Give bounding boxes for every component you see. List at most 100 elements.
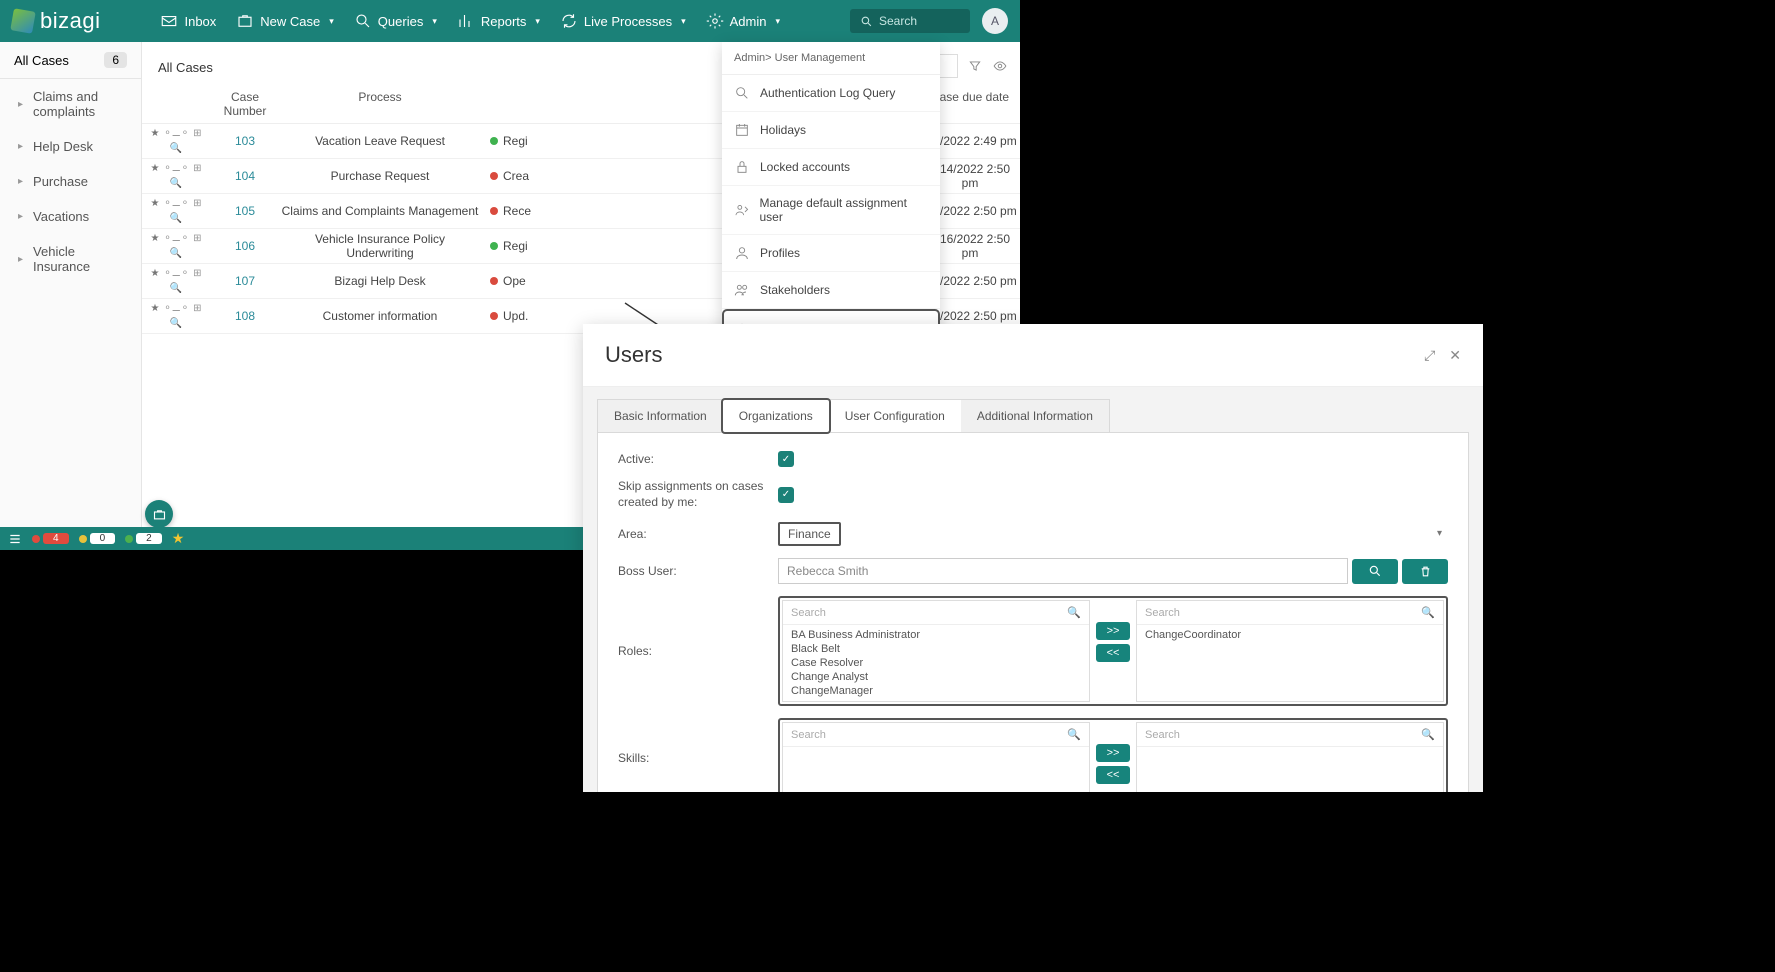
nav-reports[interactable]: Reports▾ [457,12,540,30]
sidebar-item-vehicle[interactable]: ▸Vehicle Insurance [0,234,141,284]
users-modal: Users ⤢ ✕ Basic Information Organization… [583,324,1483,792]
process-name: Bizagi Help Desk [280,274,480,288]
case-number: 104 [210,169,280,183]
chevron-right-icon: ▸ [18,99,23,110]
share-icon[interactable]: ⚬⚊⚬ [163,128,189,139]
chevron-right-icon: ▸ [18,211,23,222]
boss-user-input[interactable]: Rebecca Smith [778,558,1348,584]
menu-locked-accounts[interactable]: Locked accounts [722,149,940,186]
label-skills: Skills: [618,751,778,765]
label-area: Area: [618,527,778,541]
config-panel: Active: ✓ Skip assignments on cases crea… [597,432,1469,792]
share-icon[interactable]: ⚬⚊⚬ [163,198,189,209]
process-name: Vehicle Insurance Policy Underwriting [280,232,480,260]
case-number: 107 [210,274,280,288]
admin-dropdown-menu: Admin> User Management Authentication Lo… [722,42,940,349]
roles-selected-search[interactable]: Search [1145,607,1180,619]
share-icon[interactable]: ⚬⚊⚬ [163,268,189,279]
search-icon: 🔍 [1421,728,1435,741]
search-icon[interactable]: 🔍 [170,248,182,259]
workflow-icon[interactable]: ⊞ [193,198,201,209]
case-number: 105 [210,204,280,218]
nav-admin[interactable]: Admin▾ [706,12,780,30]
menu-auth-log[interactable]: Authentication Log Query [722,75,940,112]
workflow-icon[interactable]: ⊞ [193,233,201,244]
roles-selected-list[interactable]: ChangeCoordinator [1137,625,1443,645]
workflow-icon[interactable]: ⊞ [193,303,201,314]
star-icon[interactable]: ★ [150,233,159,244]
search-icon[interactable]: 🔍 [170,143,182,154]
roles-available-search[interactable]: Search [791,607,826,619]
search-icon[interactable]: 🔍 [170,178,182,189]
search-icon [354,12,372,30]
tab-organizations[interactable]: Organizations [721,398,831,434]
menu-holidays[interactable]: Holidays [722,112,940,149]
sidebar-item-purchase[interactable]: ▸Purchase [0,164,141,199]
new-case-icon [236,12,254,30]
skills-available-list[interactable] [783,747,1089,792]
label-active: Active: [618,452,778,466]
star-icon[interactable]: ★ [150,268,159,279]
skills-available-search[interactable]: Search [791,729,826,741]
area-select[interactable]: Finance [778,522,841,546]
search-icon[interactable]: 🔍 [170,283,182,294]
workflow-icon[interactable]: ⊞ [193,268,201,279]
nav-queries[interactable]: Queries▾ [354,12,437,30]
star-icon[interactable]: ★ [150,303,159,314]
sidebar-item-vacations[interactable]: ▸Vacations [0,199,141,234]
share-icon[interactable]: ⚬⚊⚬ [163,233,189,244]
user-avatar[interactable]: A [982,8,1008,34]
expand-icon[interactable]: ⤢ [1424,347,1435,364]
status-green: 2 [136,533,162,544]
roles-add-button[interactable]: >> [1096,622,1130,640]
search-icon[interactable]: 🔍 [170,318,182,329]
menu-stakeholders[interactable]: Stakeholders [722,272,940,309]
chevron-right-icon: ▸ [18,141,23,152]
star-icon[interactable]: ★ [172,530,185,547]
nav-new-case[interactable]: New Case▾ [236,12,334,30]
sidebar-all-cases[interactable]: All Cases 6 [0,42,141,79]
star-icon[interactable]: ★ [150,198,159,209]
boss-search-button[interactable] [1352,559,1398,584]
filter-icon[interactable] [968,59,982,73]
skills-add-button[interactable]: >> [1096,744,1130,762]
gear-icon [706,12,724,30]
sidebar-item-claims[interactable]: ▸Claims and complaints [0,79,141,129]
roles-available-list[interactable]: BA Business Administrator Black Belt Cas… [783,625,1089,701]
workflow-icon[interactable]: ⊞ [193,128,201,139]
menu-profiles[interactable]: Profiles [722,235,940,272]
list-icon[interactable] [8,532,22,546]
menu-default-assignment[interactable]: Manage default assignment user [722,186,940,235]
fab-button[interactable] [145,500,173,528]
workflow-icon[interactable]: ⊞ [193,163,201,174]
chevron-right-icon: ▸ [18,176,23,187]
tab-basic-info[interactable]: Basic Information [598,400,723,432]
skills-selected-search[interactable]: Search [1145,729,1180,741]
sidebar-item-helpdesk[interactable]: ▸Help Desk [0,129,141,164]
inbox-icon [160,12,178,30]
status-red: 4 [43,533,69,544]
checkbox-skip[interactable]: ✓ [778,487,794,503]
search-icon[interactable]: 🔍 [170,213,182,224]
checkbox-active[interactable]: ✓ [778,451,794,467]
roles-transfer: Search🔍 BA Business Administrator Black … [778,596,1448,706]
skills-transfer: Search🔍 >> << Search🔍 [778,718,1448,792]
star-icon[interactable]: ★ [150,128,159,139]
chevron-down-icon: ▾ [681,16,686,27]
tab-user-configuration[interactable]: User Configuration [829,400,961,432]
nav-live-processes[interactable]: Live Processes▾ [560,12,686,30]
close-icon[interactable]: ✕ [1449,347,1461,364]
skills-selected-list[interactable] [1137,747,1443,792]
share-icon[interactable]: ⚬⚊⚬ [163,163,189,174]
roles-remove-button[interactable]: << [1096,644,1130,662]
global-search[interactable]: Search [850,9,970,33]
skills-remove-button[interactable]: << [1096,766,1130,784]
share-icon[interactable]: ⚬⚊⚬ [163,303,189,314]
refresh-icon [560,12,578,30]
boss-delete-button[interactable] [1402,559,1448,584]
brand-logo: bizagi [12,8,100,34]
eye-icon[interactable] [992,59,1008,73]
star-icon[interactable]: ★ [150,163,159,174]
tab-additional-info[interactable]: Additional Information [961,400,1109,432]
nav-inbox[interactable]: Inbox [160,12,216,30]
